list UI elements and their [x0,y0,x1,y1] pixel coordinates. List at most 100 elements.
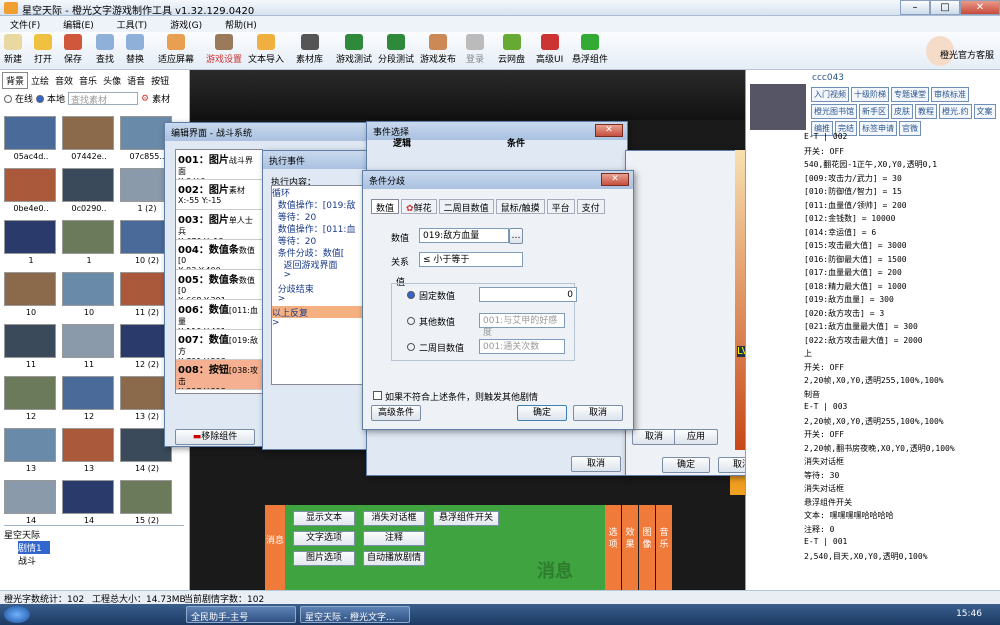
game-settings-button[interactable]: 游戏设置 [206,34,242,65]
segment-test-button[interactable]: 分段测试 [378,34,414,65]
search-icon[interactable]: ⚙ [141,94,149,104]
taskbar-item-assistant[interactable]: 全民助手-主号 [186,606,296,623]
tab-music[interactable]: 音乐 [76,73,100,88]
script-line[interactable]: 悬浮组件开关 [804,497,852,508]
tree-root[interactable]: 星空天际 [4,528,184,541]
thumbnail[interactable]: 11 [4,324,58,372]
script-line[interactable]: 文本: 嘿嘿嘿嘿哈哈哈哈 [804,510,894,521]
publish-button[interactable]: 游戏发布 [420,34,456,65]
thumbnail[interactable]: 12 [62,376,116,424]
script-line[interactable]: [009:攻击力/武力] = 30 [804,173,902,184]
radio-second-round[interactable] [407,343,415,351]
tab-voice[interactable]: 语音 [124,73,148,88]
menu-help[interactable]: 帮助(H) [215,16,267,31]
forum-tag[interactable]: 橙光图书馆 [811,104,857,119]
advanced-ui-button[interactable]: 高级UI [536,34,563,65]
thumbnail[interactable]: 14 [62,480,116,528]
radio-other[interactable] [407,317,415,325]
thumbnail[interactable]: 14 [4,480,58,528]
script-line[interactable]: 消失对话框 [804,483,844,494]
tab-value[interactable]: 数值 [371,199,400,214]
component-item[interactable]: 005：数值条数值[0X:668 Y:391 [176,270,262,300]
value-field[interactable]: 019:敌方血量 [419,228,509,243]
script-line[interactable]: 开关: OFF [804,146,844,157]
tab-platform[interactable]: 平台 [546,199,575,214]
thumbnail[interactable]: 1 [62,220,116,268]
other-value-field[interactable]: 001:与艾甲的好感度 [479,313,565,338]
replace-button[interactable]: 替换 [126,34,144,65]
thumbnail[interactable]: 1 [4,220,58,268]
thumbnail[interactable]: 15 (2) [120,480,174,528]
tab-background[interactable]: 背景 [2,72,29,89]
tab-options[interactable]: 选项 [605,505,621,590]
cancel-button[interactable]: 取消 [632,429,676,445]
script-line[interactable]: E-T | 002 [804,132,847,141]
maximize-button[interactable]: □ [930,0,960,15]
script-line[interactable]: E-T | 003 [804,402,847,411]
forum-tag[interactable]: 入门视频 [811,87,849,102]
radio-local[interactable] [36,94,45,103]
relation-select[interactable]: ≤ 小于等于 [419,252,523,267]
tab-images[interactable]: 图像 [639,505,655,590]
close-icon[interactable]: ✕ [595,124,623,137]
thumbnail[interactable]: 11 [62,324,116,372]
script-line[interactable]: 2,20帧,X0,Y0,透明255,100%,100% [804,416,944,427]
script-line[interactable]: 540,翻花园-1正午,X0,Y0,透明0,1 [804,159,937,170]
forum-tag[interactable]: 十级阶梯 [851,87,889,102]
login-button[interactable]: 登录 [466,34,484,65]
thumbnail[interactable]: 0be4e0.. [4,168,58,216]
close-icon[interactable]: ✕ [601,173,629,186]
menu-game[interactable]: 游戏(G) [160,16,212,31]
start-button[interactable] [4,606,30,623]
tab-button[interactable]: 按钮 [148,73,172,88]
message-side-tab[interactable]: 消息 [265,505,285,590]
tab-second-round[interactable]: 二周目数值 [438,199,494,214]
image-option-button[interactable]: 图片选项 [293,551,355,566]
thumbnail[interactable]: 10 [4,272,58,320]
script-line[interactable]: 上 [804,348,812,359]
remove-component-button[interactable]: ▬移除组件 [175,429,255,445]
fixed-value-input[interactable]: 0 [479,287,577,302]
script-line[interactable]: 2,20帧,X0,Y0,透明255,100%,100% [804,375,944,386]
text-import-button[interactable]: 文本导入 [248,34,284,65]
event-cancel-button[interactable]: 取消 [571,456,621,472]
script-line[interactable]: E-T | 001 [804,537,847,546]
material-button[interactable]: 素材 [152,92,170,105]
new-button[interactable]: 新建 [4,34,22,65]
thumbnail[interactable]: 10 [62,272,116,320]
component-item[interactable]: 004：数值条数值[0X:93 Y:400 [176,240,262,270]
script-line[interactable]: [020:敌方攻击] = 3 [804,308,884,319]
taskbar-item-editor[interactable]: 星空天际 - 橙光文字... [300,606,410,623]
thumbnail[interactable]: 0c0290.. [62,168,116,216]
forum-tag[interactable]: 专题课堂 [891,87,929,102]
show-text-button[interactable]: 显示文本 [293,511,355,526]
tab-music-cmd[interactable]: 音乐 [656,505,672,590]
radio-fixed[interactable] [407,291,415,299]
component-item[interactable]: 003：图片单人士兵X:670 Y:-13 [176,210,262,240]
thumbnail[interactable]: 13 [62,428,116,476]
script-line[interactable]: [017:血量最大值] = 200 [804,267,902,278]
thumbnail[interactable]: 12 [4,376,58,424]
tab-effects[interactable]: 效果 [622,505,638,590]
forum-tag[interactable]: 新手区 [859,104,889,119]
comment-button[interactable]: 注释 [363,531,425,546]
component-item[interactable]: 002：图片素材 X:-55 Y:-15 [176,180,262,210]
game-test-button[interactable]: 游戏测试 [336,34,372,65]
ok-button[interactable]: 确定 [662,457,710,473]
script-line[interactable]: 开关: OFF [804,362,844,373]
tab-payment[interactable]: 支付 [576,199,605,214]
hide-dialog-button[interactable]: 消失对话框 [363,511,425,526]
apply-button[interactable]: 应用 [674,429,718,445]
open-button[interactable]: 打开 [34,34,52,65]
forum-tag[interactable]: 文案 [973,104,996,119]
tree-item-story1[interactable]: 剧情1 [18,541,50,554]
script-line[interactable]: [012:金钱数] = 10000 [804,213,895,224]
tree-item-battle[interactable]: 战斗 [18,554,184,567]
forum-tag[interactable]: 教程 [915,104,937,119]
second-round-field[interactable]: 001:通关次数 [479,339,565,354]
username[interactable]: ccc043 [812,73,844,83]
script-line[interactable]: [011:血量值/领帅] = 200 [804,200,907,211]
script-line[interactable]: [022:敌方攻击最大值] = 2000 [804,335,923,346]
script-line[interactable]: 开关: OFF [804,429,844,440]
else-checkbox[interactable] [373,391,382,400]
